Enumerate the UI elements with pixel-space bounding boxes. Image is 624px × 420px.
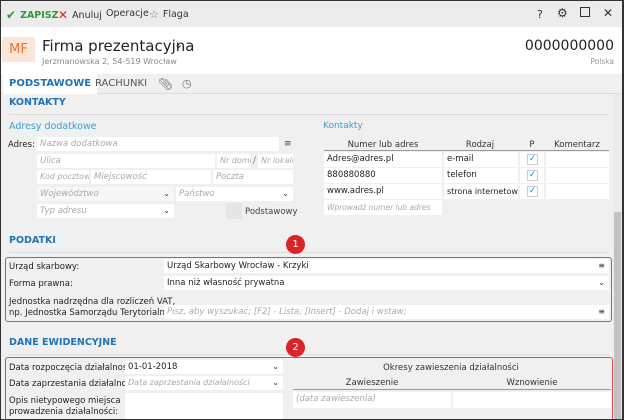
close-icon: ✕	[58, 8, 69, 22]
section-dane-ewidencyjne: DANE EWIDENCYJNE	[9, 337, 117, 348]
window: ✔ ZAPISZ ✕ Anuluj Operacje ☆ Flaga ? ⚙ ✕ MF…	[1, 1, 622, 419]
tax-office-label: Urząd skarbowy:	[9, 262, 80, 272]
company-address: Jerzmanowska 2, 54-519 Wrocław	[42, 57, 177, 66]
column-header: Wznowienie	[506, 378, 558, 388]
history-icon[interactable]: ◷	[176, 74, 198, 94]
flat-number-input[interactable]: Nr lokalu	[258, 154, 293, 168]
post-input[interactable]: Poczta	[213, 170, 293, 184]
addresses-heading: Adresy dodatkowe	[9, 121, 97, 132]
chevron-down-icon: ⌄	[163, 189, 170, 198]
help-button[interactable]: ?	[537, 8, 543, 21]
new-contact-input[interactable]: Wprowadź numer lub adres	[324, 200, 442, 215]
save-button[interactable]: ✔ ZAPISZ	[6, 8, 59, 22]
chevron-down-icon: ⌄	[598, 278, 605, 287]
page-title: Firma prezentacyjna	[42, 37, 195, 55]
chevron-down-icon: ⌄	[163, 206, 170, 215]
tax-office-input[interactable]: Urząd Skarbowy Wrocław - Krzyki ≡	[164, 259, 609, 273]
column-header: P	[529, 140, 535, 150]
chevron-down-icon: ⌄	[272, 362, 279, 371]
scrollbar[interactable]	[613, 94, 622, 419]
operations-button[interactable]: Operacje	[106, 8, 149, 19]
divider	[9, 114, 609, 115]
badge-1: 1	[286, 235, 305, 254]
street-input[interactable]: Ulica	[37, 154, 215, 168]
primary-label: Podstawowy	[245, 207, 298, 217]
cancel-button[interactable]: ✕ Anuluj	[58, 8, 102, 22]
end-date-input[interactable]: Data zaprzestania działalności ⌄	[125, 376, 283, 390]
vat-unit-label: Jednostka nadrzędna dla rozliczeń VAT,	[9, 297, 176, 307]
checkbox-p[interactable]: ✓	[527, 154, 538, 165]
vat-unit-input[interactable]: Pisz, aby wyszukać; [F2] - Lista; [Inser…	[164, 305, 609, 319]
company-country: Polska	[590, 57, 614, 66]
scrollbar-thumb[interactable]	[614, 212, 621, 419]
divider	[9, 252, 609, 253]
chevron-down-icon[interactable]: ⌄	[174, 38, 183, 51]
start-date-label: Data rozpoczęcia działalności:	[9, 363, 138, 373]
toolbar: ✔ ZAPISZ ✕ Anuluj Operacje ☆ Flaga ? ⚙ ✕	[1, 1, 622, 27]
menu-icon[interactable]: ≡	[598, 259, 605, 273]
badge-2: 2	[286, 338, 305, 357]
resume-date-input[interactable]	[453, 392, 611, 408]
end-date-label: Data zaprzestania działalności:	[9, 379, 142, 389]
description-label: Opis nietypowego miejsca	[9, 396, 121, 406]
suspension-date-input[interactable]: (data zawieszenia)	[293, 392, 451, 408]
divider	[293, 389, 611, 390]
checkbox-p[interactable]: ✓	[527, 186, 538, 197]
tab-bar: PODSTAWOWE RACHUNKI 📎︎ ◷	[1, 74, 622, 94]
close-window-icon[interactable]: ✕	[603, 6, 613, 20]
company-number: 0000000000	[524, 38, 614, 54]
maximize-icon[interactable]	[580, 7, 590, 17]
city-input[interactable]: Miejscowość	[91, 170, 211, 184]
column-header: Rodzaj	[465, 140, 495, 150]
column-header: Komentarz	[554, 140, 600, 150]
contacts-heading: Kontakty	[323, 121, 363, 131]
chevron-down-icon: ⌄	[272, 378, 279, 387]
zip-input[interactable]: Kod pocztowy	[37, 170, 89, 184]
section-kontakty: KONTAKTY	[9, 97, 66, 108]
tab-podstawowe[interactable]: PODSTAWOWE	[3, 74, 98, 94]
periods-heading: Okresy zawieszenia działalności	[383, 363, 519, 373]
description-input[interactable]	[125, 393, 283, 419]
column-header: Numer lub adres	[347, 140, 419, 150]
header: MF Firma prezentacyjna ⌄ Jerzmanowska 2,…	[1, 27, 622, 74]
address-type-select[interactable]: Typ adresu ⌄	[37, 204, 174, 218]
check-icon: ✔	[6, 8, 17, 22]
star-icon: ☆	[149, 8, 159, 21]
legal-form-label: Forma prawna:	[9, 279, 73, 289]
menu-icon[interactable]: ≡	[284, 139, 292, 149]
address-label: Adres:	[8, 140, 35, 150]
region-select[interactable]: Województwo ⌄	[37, 187, 174, 201]
divider	[9, 354, 609, 355]
gear-icon[interactable]: ⚙	[557, 6, 568, 20]
primary-checkbox[interactable]	[226, 203, 242, 219]
chevron-down-icon: ⌄	[282, 189, 289, 198]
tab-rachunki[interactable]: RACHUNKI	[89, 74, 153, 94]
address-name-input[interactable]: Nazwa dodatkowa	[37, 137, 279, 151]
start-date-input[interactable]: 01-01-2018 ⌄	[125, 360, 283, 374]
legal-form-select[interactable]: Inna niż własność prywatna ⌄	[164, 276, 609, 290]
description-label: prowadzenia działalności:	[9, 407, 119, 417]
avatar: MF	[2, 37, 35, 62]
separator: /	[253, 156, 256, 166]
house-number-input[interactable]: Nr domu	[217, 154, 251, 168]
menu-icon[interactable]: ≡	[598, 305, 605, 319]
divider	[324, 150, 609, 151]
country-select[interactable]: Państwo ⌄	[176, 187, 293, 201]
column-header: Zawieszenie	[345, 378, 399, 388]
section-podatki: PODATKI	[9, 235, 56, 246]
flag-button[interactable]: ☆ Flaga	[149, 8, 189, 21]
vat-unit-label: np. Jednostka Samorządu Terytorialnego:	[9, 308, 184, 318]
checkbox-p[interactable]: ✓	[527, 170, 538, 181]
